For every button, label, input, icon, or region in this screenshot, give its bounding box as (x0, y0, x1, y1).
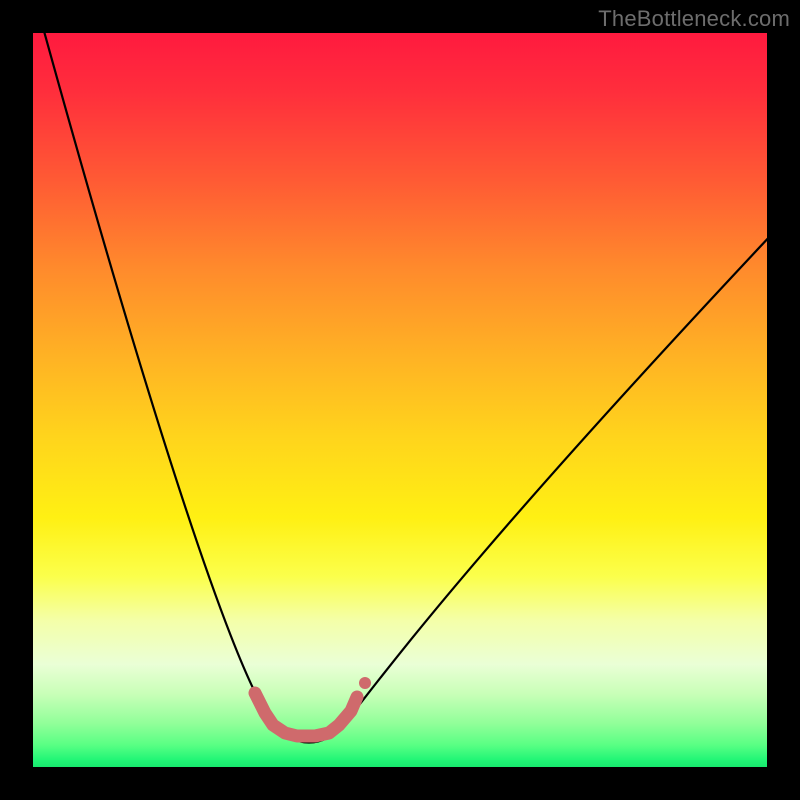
marker-path (255, 693, 357, 736)
plot-area (33, 33, 767, 767)
optimal-region-marker (33, 33, 767, 767)
watermark-text: TheBottleneck.com (598, 6, 790, 32)
marker-dot (359, 677, 371, 689)
chart-frame: TheBottleneck.com (0, 0, 800, 800)
